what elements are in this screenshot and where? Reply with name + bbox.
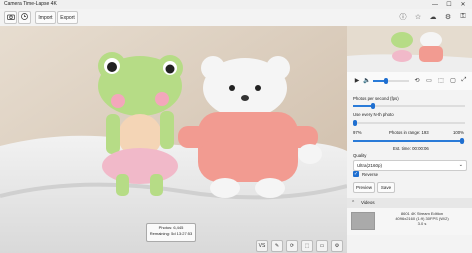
import-button[interactable]: Import xyxy=(35,11,56,24)
screen-icon[interactable]: ▭ xyxy=(316,240,328,252)
nth-slider[interactable] xyxy=(353,120,465,126)
range-fill xyxy=(353,140,462,142)
video-sub: 3.0 s xyxy=(417,221,427,226)
camera-button[interactable] xyxy=(4,11,17,24)
key-icon[interactable]: ⚿ xyxy=(458,12,468,22)
camera-icon xyxy=(6,14,15,22)
quality-value: Ultra(2160p) xyxy=(357,163,383,168)
app-title: Camera Time-Lapse 4K xyxy=(4,1,57,7)
playback-slider[interactable] xyxy=(373,78,409,84)
chevron-down-icon: ⌄ xyxy=(458,162,463,168)
vs-button[interactable]: VS xyxy=(256,240,268,252)
videos-section-header[interactable]: ⌃ Videos xyxy=(347,198,472,208)
frame-icon[interactable]: ▭ xyxy=(425,76,433,85)
window-icon[interactable]: ▢ xyxy=(449,76,457,85)
video-thumbnail xyxy=(351,212,375,230)
est-time: Est. time: 00:00:06 xyxy=(393,146,429,151)
fps-slider[interactable] xyxy=(353,103,465,109)
settings-panel: ▶ 🔈 ⟲ ▭ ⬚ ▢ ⤢ Photos per second (fps) Us… xyxy=(347,26,472,253)
reverse-label: Reverse xyxy=(362,172,379,177)
photo-viewer[interactable]: Photos: 6,445 Remaining: 5d 13:27:53 VS … xyxy=(0,26,347,253)
volume-icon[interactable]: 🔈 xyxy=(363,76,371,85)
videos-label: Videos xyxy=(361,200,375,205)
nth-knob[interactable] xyxy=(353,120,358,126)
quality-label: Quality xyxy=(353,153,367,158)
crop-icon[interactable]: ⬚ xyxy=(301,240,313,252)
timer-button[interactable] xyxy=(18,11,31,24)
close-button[interactable]: ✕ xyxy=(456,0,470,9)
fullscreen-icon[interactable]: ⤢ xyxy=(460,76,468,85)
range-knob[interactable] xyxy=(459,138,464,144)
crop-preview-icon[interactable]: ⬚ xyxy=(437,76,445,85)
collapse-icon: ⌃ xyxy=(351,200,356,206)
photo-count-overlay: Photos: 6,445 Remaining: 5d 13:27:53 xyxy=(146,223,196,242)
playback-knob[interactable] xyxy=(383,78,388,84)
preview-thumbnail xyxy=(347,26,472,72)
range-start: 97% xyxy=(353,130,362,135)
export-button[interactable]: Export xyxy=(57,11,78,24)
window-controls: — ☐ ✕ xyxy=(428,0,470,9)
fps-label: Photos per second (fps) xyxy=(353,96,399,101)
play-icon[interactable]: ▶ xyxy=(353,76,361,85)
photo-image xyxy=(0,26,347,253)
range-slider[interactable] xyxy=(353,138,465,144)
reverse-checkbox[interactable]: ✓ xyxy=(353,171,359,177)
edit-icon[interactable]: ✎ xyxy=(271,240,283,252)
loop-icon[interactable]: ⟲ xyxy=(413,76,421,85)
settings-small-icon[interactable]: ⚙ xyxy=(331,240,343,252)
minimize-button[interactable]: — xyxy=(428,0,442,9)
nth-label: Use every N-th photo xyxy=(353,112,394,117)
save-button[interactable]: Save xyxy=(377,182,395,193)
clock-icon xyxy=(21,13,28,22)
preview-button[interactable]: Preview xyxy=(353,182,375,193)
title-bar: Camera Time-Lapse 4K — ☐ ✕ xyxy=(0,0,472,9)
fps-knob[interactable] xyxy=(371,103,376,109)
gear-icon[interactable]: ⚙ xyxy=(443,12,453,22)
toolbar: Import Export ⓘ ☆ ☁ ⚙ ⚿ xyxy=(0,9,472,26)
star-icon[interactable]: ☆ xyxy=(413,12,423,22)
cloud-icon[interactable]: ☁ xyxy=(428,12,438,22)
range-end: 100% xyxy=(453,130,464,135)
range-label: Photos in range: 193 xyxy=(389,130,429,135)
remaining-time: Remaining: 5d 13:27:53 xyxy=(149,231,193,236)
maximize-button[interactable]: ☐ xyxy=(442,0,456,9)
video-item[interactable]: 8601 4K Stream Edition 4096x2160 (1:9) 3… xyxy=(347,208,472,235)
quality-select[interactable]: Ultra(2160p) ⌄ xyxy=(353,160,467,171)
video-info: 8601 4K Stream Edition 4096x2160 (1:9) 3… xyxy=(375,211,469,226)
info-icon[interactable]: ⓘ xyxy=(398,12,408,22)
fps-fill xyxy=(353,105,374,107)
player-controls: ▶ 🔈 ⟲ ▭ ⬚ ▢ ⤢ xyxy=(347,72,472,90)
rotate-icon[interactable]: ⟳ xyxy=(286,240,298,252)
